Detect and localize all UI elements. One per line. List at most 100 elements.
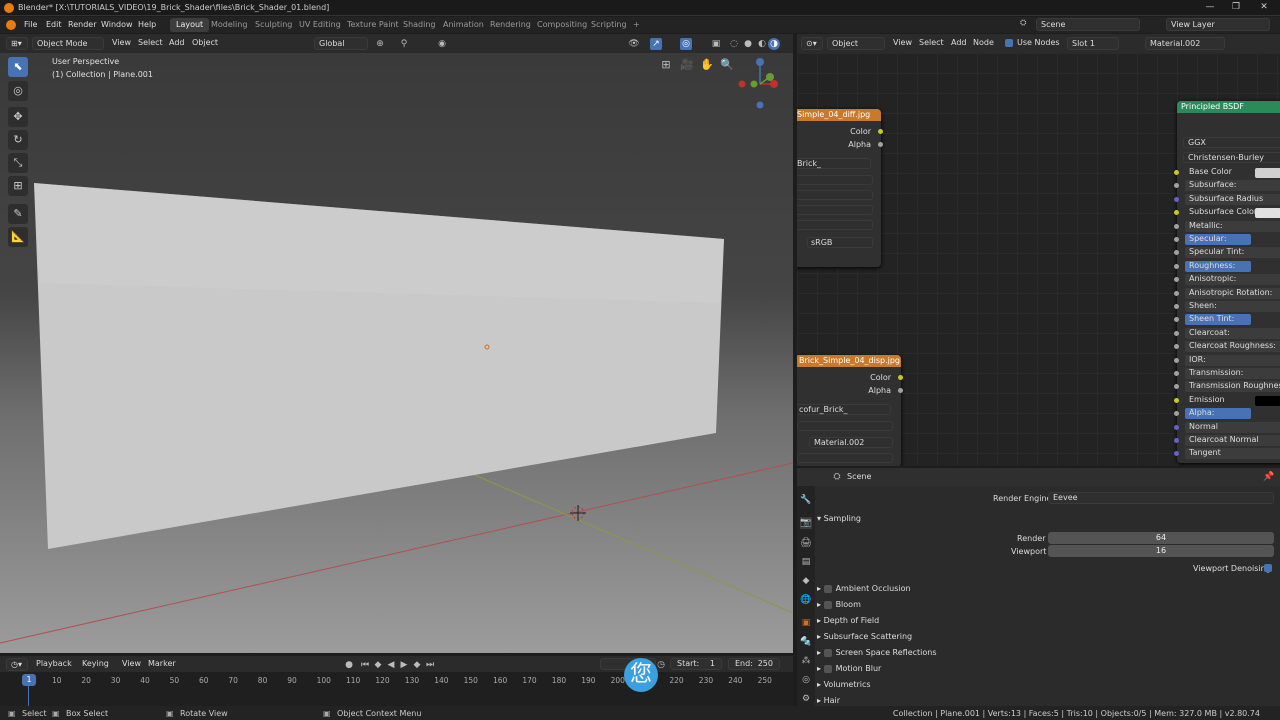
bsdf-input-row[interactable]: Subsurface: [1185, 180, 1280, 192]
bsdf-input-row[interactable]: Normal [1185, 421, 1280, 433]
render-engine-dropdown[interactable]: Eevee [1048, 492, 1274, 504]
minimize-button[interactable]: — [1200, 2, 1220, 14]
bsdf-input-row[interactable]: Specular Tint: [1185, 247, 1280, 259]
bsdf-input-row[interactable]: Sheen Tint: [1185, 314, 1251, 326]
bsdf-input-socket[interactable] [1174, 411, 1179, 417]
interpolation-dropdown[interactable] [797, 175, 873, 185]
play-reverse-icon[interactable]: ◀ [385, 659, 397, 671]
bsdf-input-row[interactable]: Metallic: [1185, 220, 1280, 232]
bsdf-input-row[interactable]: Transmission: [1185, 368, 1280, 379]
sampling-section[interactable]: ▾ Sampling [817, 514, 861, 523]
visibility-icon[interactable]: 👁 [628, 38, 640, 50]
move-tool-icon[interactable]: ✥ [8, 107, 28, 127]
bsdf-input-socket[interactable] [1174, 451, 1179, 457]
bsdf-input-row[interactable]: IOR: [1185, 354, 1280, 366]
play-icon[interactable]: ▶ [398, 659, 410, 671]
timeline-ruler[interactable]: 1 10 20 30 40 50 60 70 80 90 100 110 120 130 140 150 16… [0, 672, 793, 706]
bsdf-input-row[interactable]: Roughness: [1185, 260, 1251, 272]
snap-icon[interactable]: ⚲ [398, 38, 410, 50]
viewport-menu-view[interactable]: View [108, 37, 135, 50]
color-swatch[interactable] [1255, 168, 1280, 178]
node-menu-view[interactable]: View [889, 37, 916, 50]
material-shading-icon[interactable]: ◐ [756, 38, 768, 50]
particles-tab-icon[interactable]: ⁂ [800, 655, 812, 667]
render-section-row[interactable]: ▸ Bloom [817, 600, 861, 609]
bsdf-input-socket[interactable] [1174, 424, 1179, 430]
bsdf-input-socket[interactable] [1174, 210, 1179, 216]
add-workspace-button[interactable]: + [627, 18, 646, 32]
close-button[interactable]: ✕ [1254, 2, 1274, 14]
material-dropdown[interactable]: Material.002 [809, 437, 893, 448]
bsdf-input-socket[interactable] [1174, 250, 1179, 256]
view-layer-selector[interactable]: View Layer [1166, 18, 1270, 31]
bsdf-input-socket[interactable] [1174, 357, 1179, 363]
bsdf-input-row[interactable]: Clearcoat Normal [1185, 435, 1280, 446]
maximize-button[interactable]: ❐ [1226, 2, 1246, 14]
render-section-row[interactable]: ▸ Depth of Field [817, 616, 879, 625]
menu-render[interactable]: Render [68, 20, 96, 29]
bsdf-input-row[interactable]: Anisotropic Rotation: [1185, 287, 1280, 299]
solid-shading-icon[interactable]: ● [742, 38, 754, 50]
bsdf-input-row[interactable]: Sheen: [1185, 301, 1280, 312]
bsdf-input-socket[interactable] [1174, 277, 1179, 283]
color-swatch[interactable] [1255, 395, 1280, 406]
bsdf-input-socket[interactable] [1174, 237, 1179, 242]
image-texture-node-disp[interactable]: Brick_Simple_04_disp.jpg Color Alpha cof… [797, 355, 903, 466]
wireframe-shading-icon[interactable]: ◌ [728, 38, 740, 50]
world-tab-icon[interactable]: 🌐 [800, 594, 812, 606]
tab-texture-paint[interactable]: Texture Paint [341, 18, 405, 32]
timeline-menu-marker[interactable]: Marker [144, 658, 180, 671]
menu-edit[interactable]: Edit [46, 20, 62, 29]
tab-layout[interactable]: Layout [170, 18, 210, 32]
viewport-menu-select[interactable]: Select [134, 37, 167, 50]
rotate-tool-icon[interactable]: ↻ [8, 130, 28, 150]
bsdf-input-socket[interactable] [1174, 397, 1179, 403]
viewport-denoising-checkbox[interactable] [1264, 564, 1272, 572]
annotate-tool-icon[interactable]: ✎ [8, 204, 28, 224]
render-section-row[interactable]: ▸ Motion Blur [817, 664, 881, 673]
viewport-menu-object[interactable]: Object [188, 37, 222, 50]
expand-arrow-icon[interactable]: ▸ [817, 648, 824, 657]
tab-sculpting[interactable]: Sculpting [249, 18, 298, 32]
image-texture-node-diff[interactable]: Simple_04_diff.jpg Color Alpha Brick_ sR… [797, 109, 883, 267]
jump-end-icon[interactable]: ⏭ [424, 659, 436, 671]
expand-arrow-icon[interactable]: ▸ [817, 664, 824, 673]
bsdf-input-row[interactable]: Transmission Roughness: [1185, 381, 1280, 393]
render-samples-field[interactable]: 64 [1048, 532, 1274, 544]
pivot-icon[interactable]: ⊕ [374, 38, 386, 50]
pan-view-icon[interactable]: ✋ [700, 59, 714, 71]
render-section-row[interactable]: ▸ Ambient Occlusion [817, 584, 911, 593]
current-frame-marker[interactable]: 1 [22, 674, 36, 686]
source-dropdown[interactable] [797, 220, 873, 230]
output-color-socket[interactable] [878, 129, 883, 134]
bsdf-input-socket[interactable] [1174, 196, 1179, 202]
bsdf-input-socket[interactable] [1174, 317, 1179, 323]
menu-window[interactable]: Window [101, 20, 133, 29]
node-menu-add[interactable]: Add [947, 37, 971, 50]
image-selector[interactable]: Brick_ [797, 158, 871, 169]
xray-icon[interactable]: ▣ [710, 38, 722, 50]
rendered-shading-icon[interactable]: ◑ [768, 38, 780, 50]
bsdf-input-row[interactable]: Subsurface Radius [1185, 193, 1280, 205]
constraints-tab-icon[interactable]: ⚙ [800, 693, 812, 705]
scene-tab-icon[interactable]: ◆ [800, 575, 812, 587]
bsdf-input-row[interactable]: Alpha: [1185, 408, 1251, 420]
bsdf-input-row[interactable]: Clearcoat: [1185, 327, 1280, 339]
tab-modeling[interactable]: Modeling [205, 18, 253, 32]
timeline-menu-view[interactable]: View [118, 658, 145, 671]
blender-menu-icon[interactable] [6, 20, 16, 30]
object-mode-dropdown[interactable]: Object Mode [32, 37, 104, 50]
shader-type-dropdown[interactable]: Object [827, 37, 885, 50]
bsdf-input-socket[interactable] [1174, 183, 1179, 189]
image-selector[interactable]: cofur_Brick_ [797, 404, 891, 415]
timeline-editor-type-icon[interactable]: ◷▾ [6, 658, 28, 671]
bsdf-input-socket[interactable] [1174, 330, 1179, 336]
record-icon[interactable]: ● [343, 659, 355, 671]
grid-view-icon[interactable]: ⊞ [660, 59, 672, 71]
node-menu-node[interactable]: Node [969, 37, 998, 50]
object-tab-icon[interactable]: ▣ [800, 617, 812, 629]
extension-dropdown[interactable] [797, 205, 873, 215]
material-selector[interactable]: Material.002 [1145, 37, 1225, 50]
render-section-row[interactable]: ▸ Hair [817, 696, 840, 705]
scene-selector[interactable]: Scene [1036, 18, 1140, 31]
